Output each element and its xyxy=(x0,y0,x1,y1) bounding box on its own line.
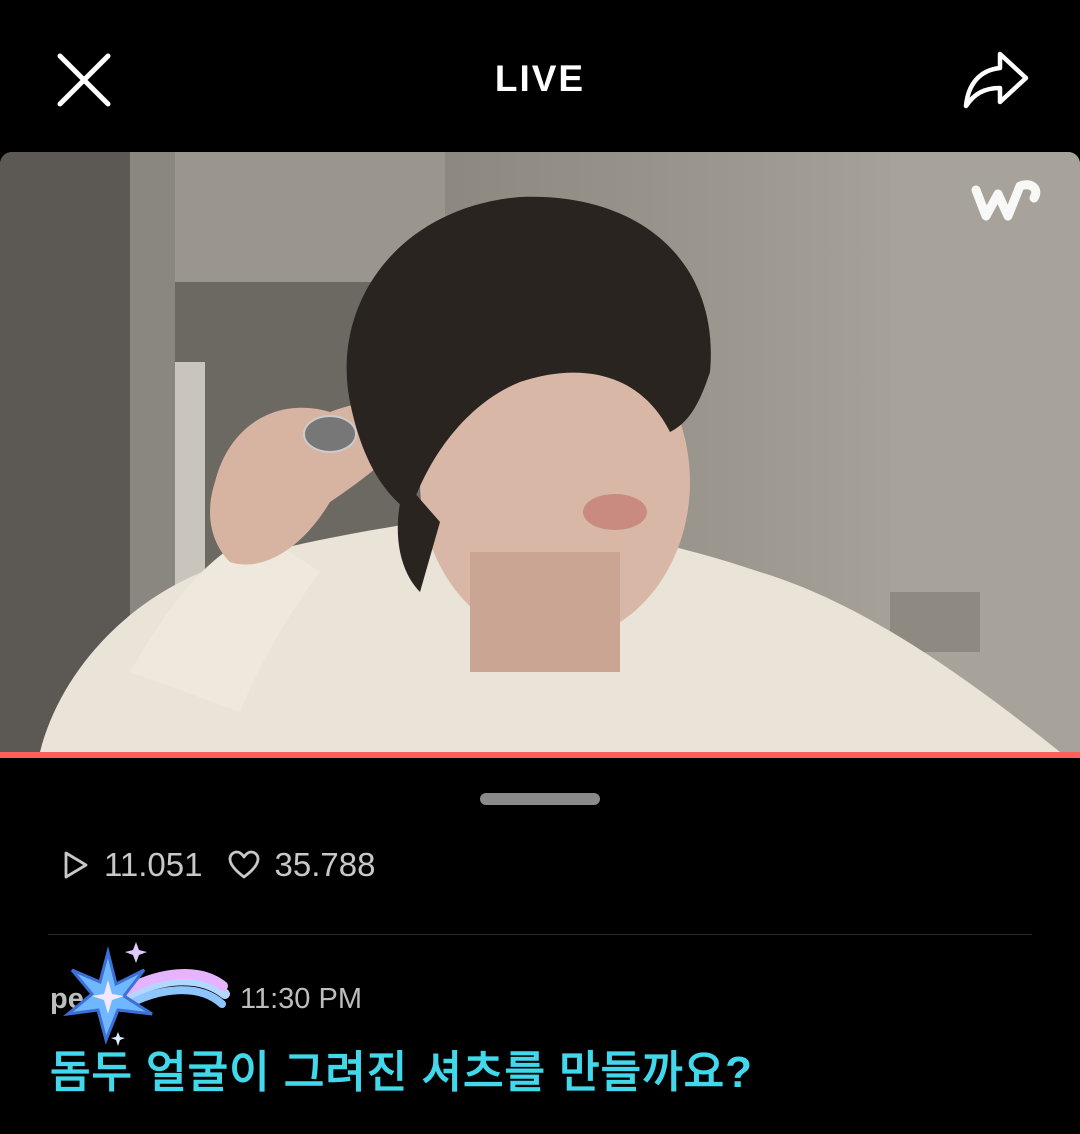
like-count-value: 35.788 xyxy=(274,846,376,883)
comment-timestamp: 11:30 PM xyxy=(240,983,362,1015)
page-title: LIVE xyxy=(494,58,586,99)
heart-icon xyxy=(229,850,260,879)
like-count: 35.788 xyxy=(228,846,375,884)
play-count-value: 11.051 xyxy=(104,846,203,883)
share-icon xyxy=(963,51,1029,109)
divider xyxy=(48,934,1032,935)
play-icon xyxy=(64,851,88,879)
video-progress-fill xyxy=(0,752,1080,758)
comment-text: 돔두 얼굴이 그려진 셔츠를 만들까요? xyxy=(50,1048,753,1097)
top-bar: LIVE xyxy=(0,0,1080,152)
video-frame xyxy=(0,152,1080,752)
live-video[interactable] xyxy=(0,152,1080,752)
play-count: 11.051 xyxy=(60,846,202,884)
share-button[interactable] xyxy=(960,48,1032,112)
stats-row: 11.051 35.788 xyxy=(60,842,401,888)
video-progress-bar[interactable] xyxy=(0,752,1080,758)
sheet-drag-handle[interactable] xyxy=(480,793,600,805)
weverse-logo-icon xyxy=(971,180,1041,221)
